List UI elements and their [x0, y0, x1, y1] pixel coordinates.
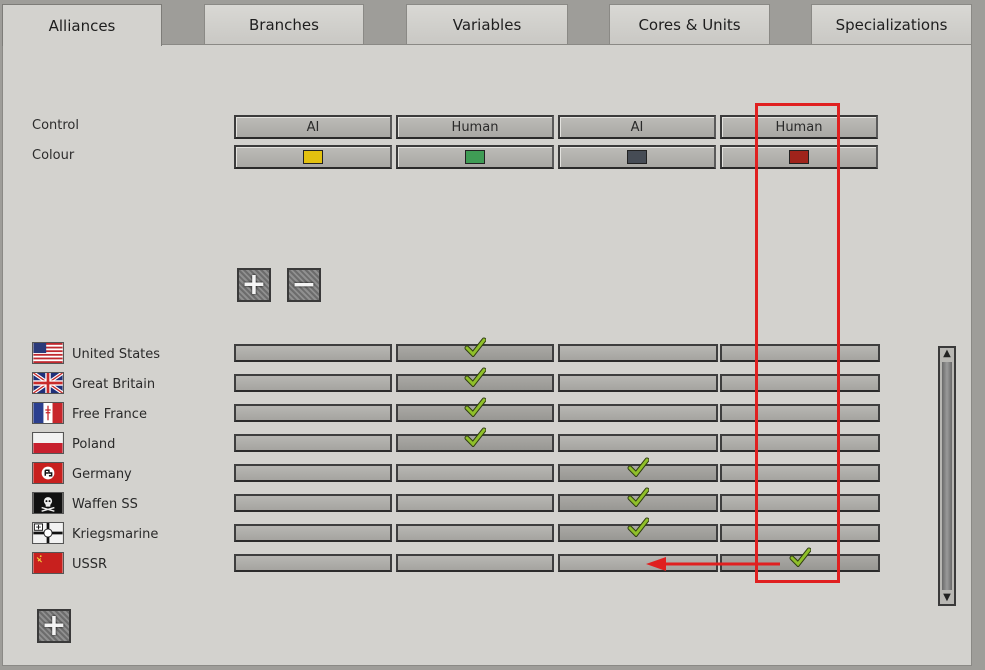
tab-alliances[interactable]: Alliances: [2, 4, 162, 46]
tab-label: Alliances: [48, 16, 116, 35]
annotation-arrow-icon: [646, 557, 780, 571]
